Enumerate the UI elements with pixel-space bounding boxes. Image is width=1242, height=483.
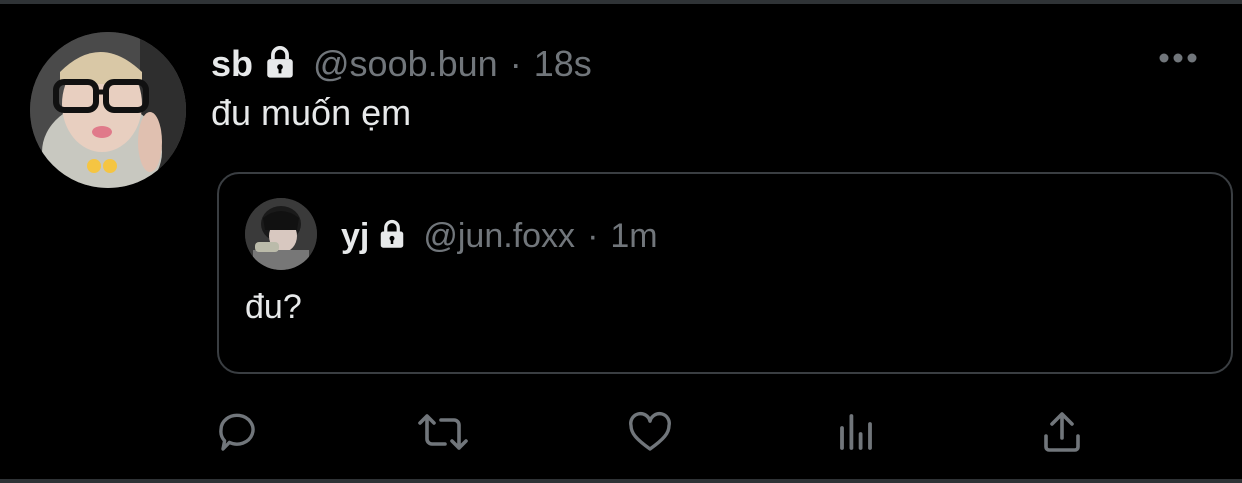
- author-display-name[interactable]: sb: [211, 43, 253, 85]
- tweet[interactable]: sb @soob.bun · 18s đu muốn ẹm yj @jun.fo…: [0, 4, 1242, 479]
- separator-dot: ·: [587, 216, 599, 255]
- avatar-photo-icon: [245, 198, 317, 270]
- more-options-icon[interactable]: [1158, 48, 1198, 68]
- tweet-actions-bar: [0, 404, 1242, 460]
- lock-icon: [263, 45, 297, 84]
- quoted-tweet-text: đu?: [245, 288, 302, 326]
- tweet-text: đu muốn ẹm: [211, 92, 412, 133]
- quoted-author-avatar[interactable]: [245, 198, 317, 270]
- quoted-tweet-timestamp[interactable]: 1m: [610, 217, 657, 256]
- reply-button[interactable]: [209, 404, 265, 460]
- share-icon: [1044, 412, 1080, 452]
- author-handle[interactable]: @soob.bun: [313, 43, 498, 85]
- author-avatar[interactable]: [30, 32, 186, 188]
- tweet-timestamp[interactable]: 18s: [534, 43, 592, 85]
- analytics-button[interactable]: [828, 404, 884, 460]
- retweet-button[interactable]: [415, 404, 471, 460]
- analytics-icon: [840, 414, 872, 450]
- quoted-tweet[interactable]: yj @jun.foxx · 1m đu?: [217, 172, 1233, 374]
- avatar-photo-icon: [30, 32, 186, 188]
- separator-dot: ·: [509, 43, 522, 84]
- tweet-header: sb @soob.bun · 18s: [211, 43, 592, 85]
- lock-icon: [377, 219, 407, 254]
- heart-icon: [629, 411, 671, 451]
- quoted-author-display-name[interactable]: yj: [341, 217, 369, 256]
- retweet-icon: [418, 414, 468, 450]
- reply-icon: [219, 413, 255, 451]
- quoted-author-handle[interactable]: @jun.foxx: [423, 217, 575, 256]
- bottom-divider: [0, 479, 1242, 483]
- like-button[interactable]: [622, 404, 678, 460]
- quoted-tweet-header: yj @jun.foxx · 1m: [341, 216, 658, 256]
- share-button[interactable]: [1034, 404, 1090, 460]
